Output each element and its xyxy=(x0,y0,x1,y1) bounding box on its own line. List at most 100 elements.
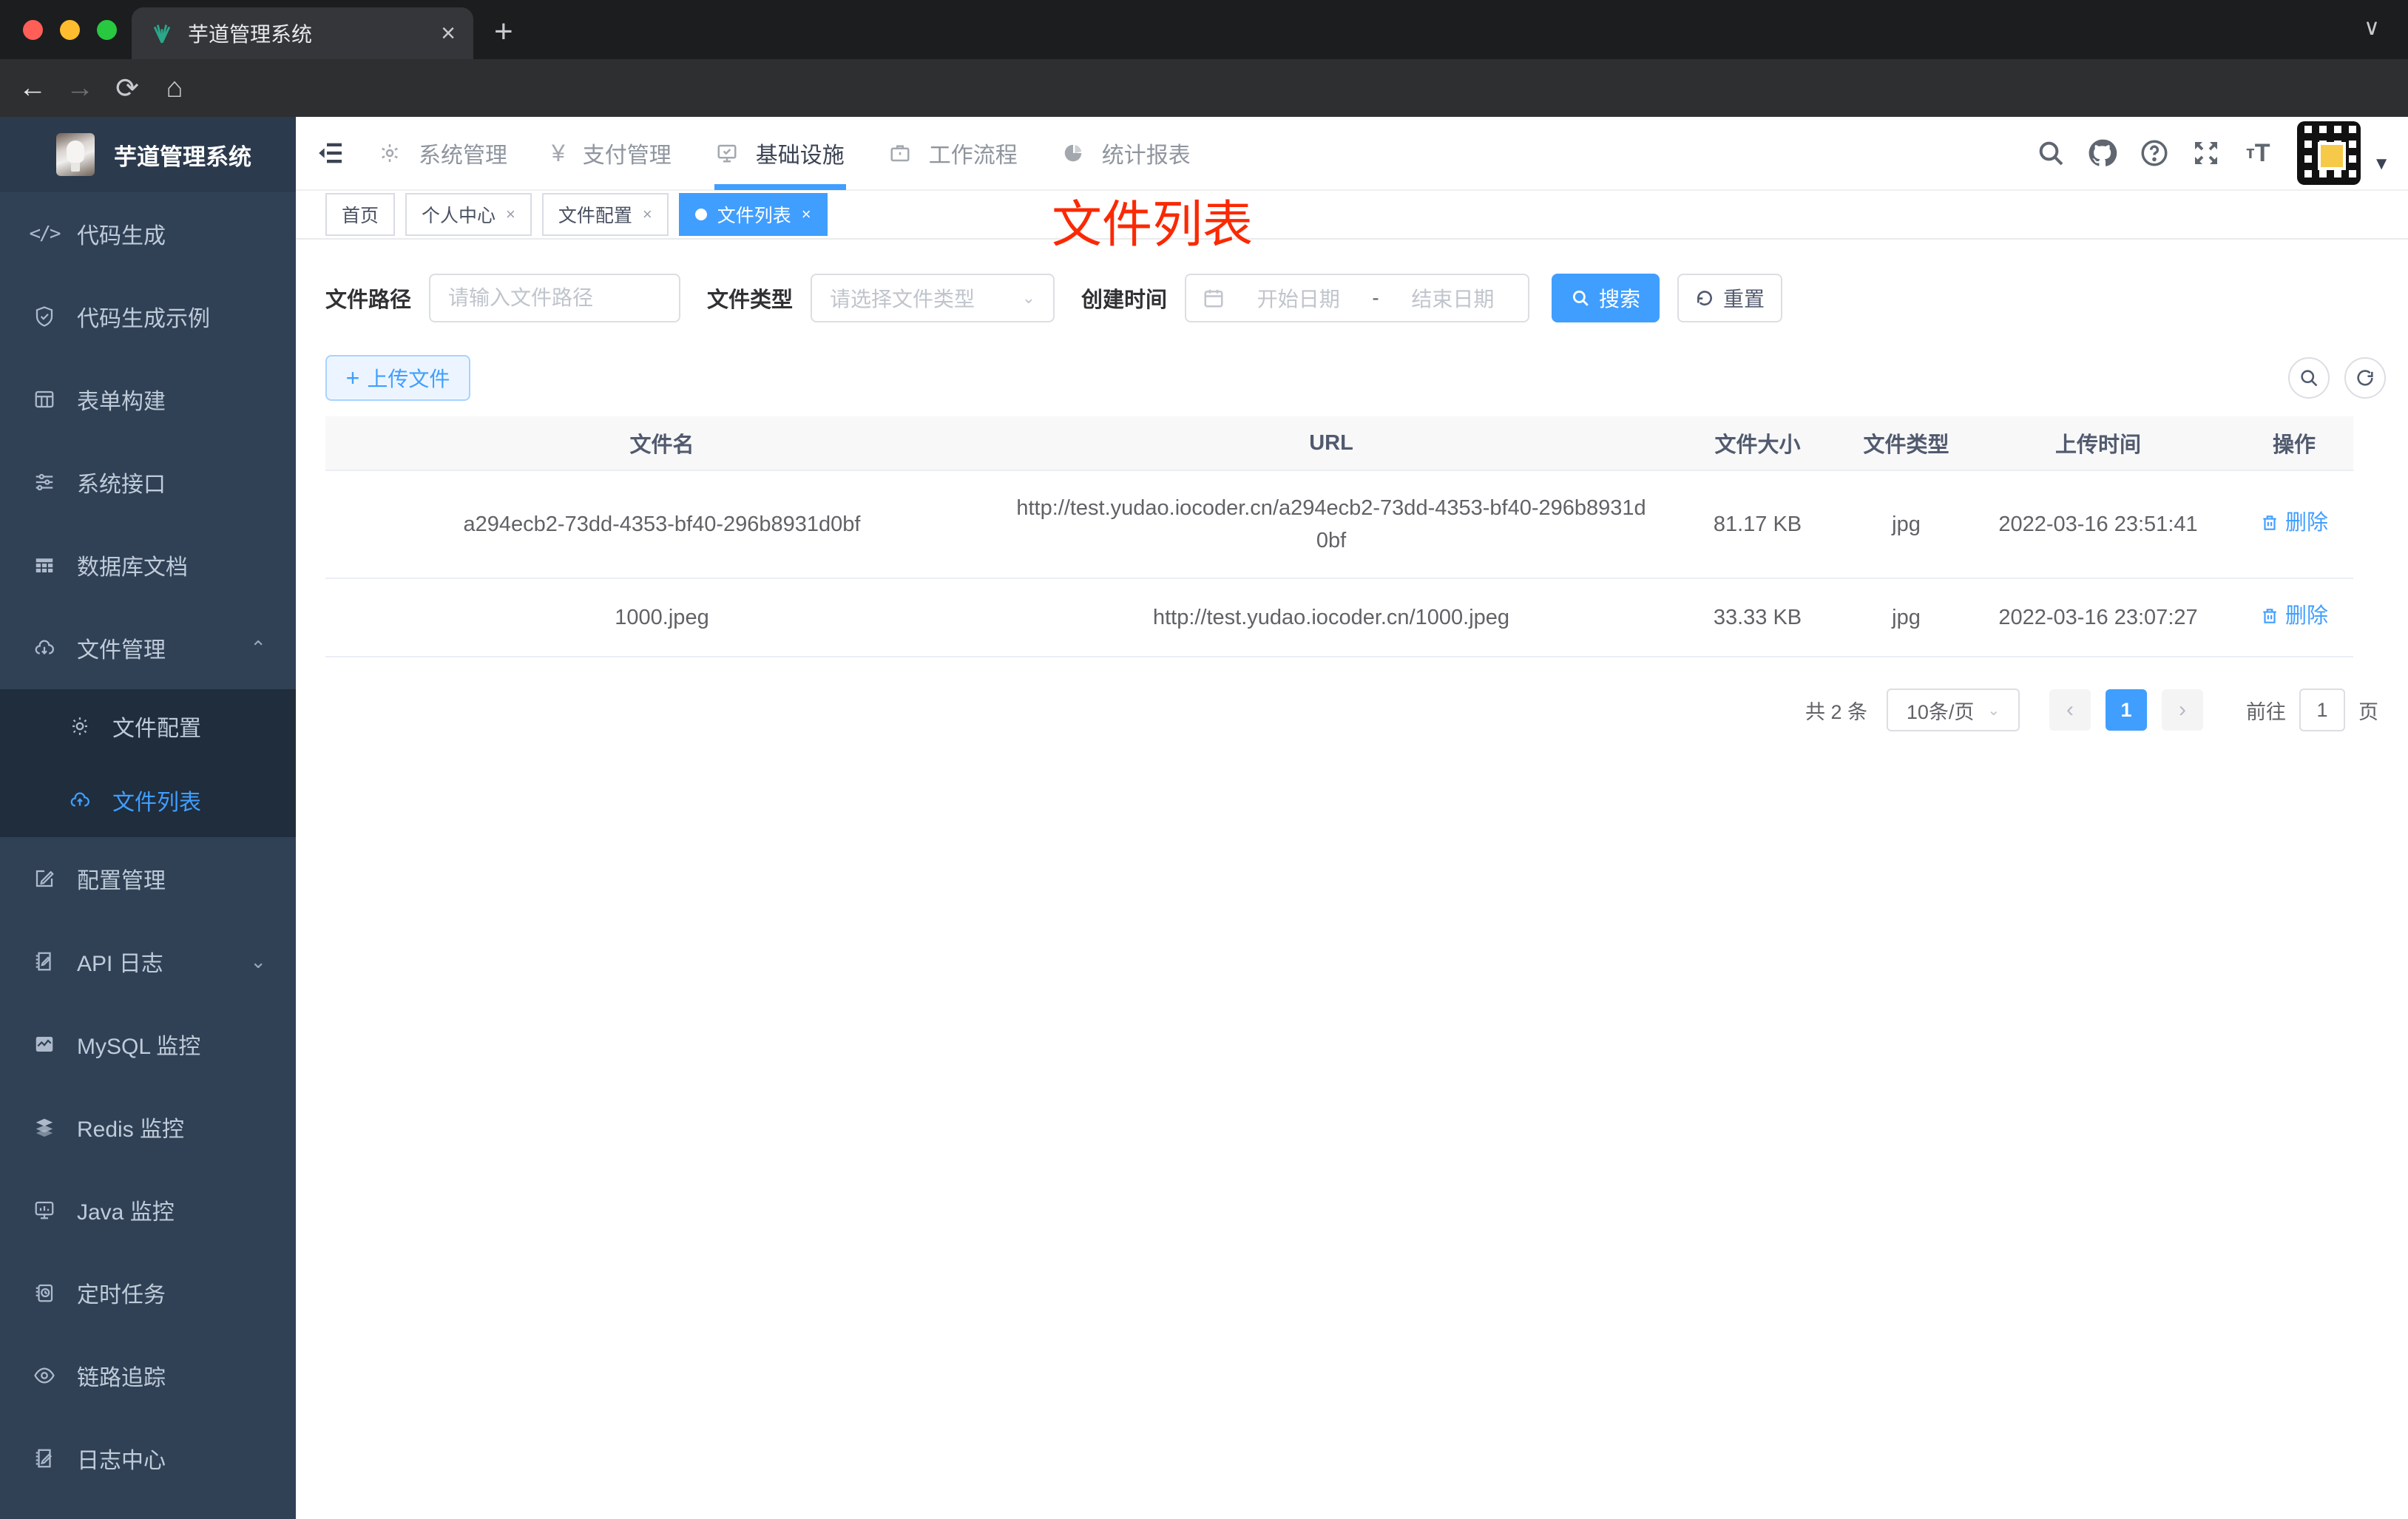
view-tab-file-config[interactable]: 文件配置 × xyxy=(541,193,669,236)
github-icon[interactable] xyxy=(2077,137,2128,169)
file-path-input-wrap xyxy=(429,274,681,322)
sidebar-item-java-monitor[interactable]: Java 监控 xyxy=(0,1168,296,1251)
view-tab-profile[interactable]: 个人中心 × xyxy=(405,193,532,236)
sidebar-item-log-center[interactable]: 日志中心 xyxy=(0,1417,296,1500)
calendar-icon xyxy=(1204,289,1223,308)
next-page-button[interactable]: › xyxy=(2162,689,2203,731)
select-caret-icon: ⌄ xyxy=(1987,702,2001,719)
view-tab-home[interactable]: 首页 xyxy=(325,193,396,236)
file-path-input[interactable] xyxy=(448,286,662,310)
delete-link[interactable]: 删除 xyxy=(2260,600,2328,632)
delete-link[interactable]: 删除 xyxy=(2260,507,2328,539)
view-tab-bar: 首页 个人中心 × 文件配置 × 文件列表 × xyxy=(296,191,2408,240)
sidebar-item-tracing[interactable]: 链路追踪 xyxy=(0,1334,296,1417)
sidebar-header[interactable]: 芋道管理系统 xyxy=(0,117,296,192)
header-search-icon[interactable] xyxy=(2025,138,2077,168)
col-upload-time: 上传时间 xyxy=(1961,416,2235,471)
view-tab-label: 首页 xyxy=(342,206,379,226)
file-type-select[interactable]: 请选择文件类型 ⌄ xyxy=(811,274,1055,322)
gear-icon xyxy=(65,715,95,737)
help-icon[interactable] xyxy=(2128,138,2180,169)
trash-icon xyxy=(2263,609,2276,623)
sidebar-item-db-doc[interactable]: 数据库文档 xyxy=(0,524,296,606)
topnav-label: 基础设施 xyxy=(755,143,845,168)
user-menu-caret-icon[interactable]: ▼ xyxy=(2373,154,2390,175)
forward-button[interactable]: → xyxy=(56,72,104,104)
minimize-window-button[interactable] xyxy=(60,20,80,40)
goto-page-input[interactable] xyxy=(2301,698,2344,722)
sidebar-item-system-api[interactable]: 系统接口 xyxy=(0,441,296,524)
gear-icon xyxy=(379,142,401,164)
user-avatar-qr[interactable] xyxy=(2297,121,2361,185)
cell-url: http://test.yudao.iocoder.cn/1000.jpeg xyxy=(998,578,1664,657)
date-range-picker[interactable]: 开始日期 - 结束日期 xyxy=(1185,274,1530,322)
page-size-select[interactable]: 10条/页 ⌄ xyxy=(1887,689,2020,731)
start-date-placeholder[interactable]: 开始日期 xyxy=(1239,283,1357,313)
toggle-search-button[interactable] xyxy=(2288,357,2330,399)
database-table-icon xyxy=(30,554,59,576)
home-button[interactable]: ⌂ xyxy=(151,72,198,104)
browser-tab[interactable]: 芋道管理系统 × xyxy=(132,7,473,59)
sidebar-item-label: API 日志 xyxy=(77,952,163,976)
topnav-reports[interactable]: 统计报表 xyxy=(1040,116,1213,190)
col-actions: 操作 xyxy=(2235,416,2353,471)
cell-file-name: a294ecb2-73dd-4353-bf40-296b8931d0bf xyxy=(325,470,998,579)
topnav-label: 支付管理 xyxy=(582,143,672,168)
sidebar-item-scheduled-tasks[interactable]: 定时任务 xyxy=(0,1251,296,1334)
view-tab-file-list[interactable]: 文件列表 × xyxy=(678,193,828,236)
topnav-payment[interactable]: ¥ 支付管理 xyxy=(530,116,694,190)
code-icon: </> xyxy=(29,223,61,245)
topnav-system[interactable]: 系统管理 xyxy=(356,116,530,190)
sidebar: 芋道管理系统 </> 代码生成 代码生成示例 表单构建 系统接口 数据库文档 文… xyxy=(0,117,296,1519)
yen-icon: ¥ xyxy=(552,139,565,166)
close-icon[interactable]: × xyxy=(643,205,652,224)
sidebar-item-redis-monitor[interactable]: Redis 监控 xyxy=(0,1086,296,1168)
sidebar-item-label: 文件配置 xyxy=(112,717,201,741)
topnav-workflow[interactable]: 工作流程 xyxy=(867,116,1040,190)
sidebar-item-file-config[interactable]: 文件配置 xyxy=(0,689,296,763)
close-icon[interactable]: × xyxy=(802,205,811,224)
maximize-window-button[interactable] xyxy=(97,20,117,40)
sidebar-item-code-generation[interactable]: </> 代码生成 xyxy=(0,192,296,275)
upload-button-label: 上传文件 xyxy=(367,368,450,390)
gauge-icon xyxy=(1062,142,1084,164)
reset-button-label: 重置 xyxy=(1723,288,1765,311)
end-date-placeholder[interactable]: 结束日期 xyxy=(1394,283,1512,313)
sidebar-item-config-management[interactable]: 配置管理 xyxy=(0,837,296,920)
upload-file-button[interactable]: + 上传文件 xyxy=(325,355,470,401)
sidebar-item-form-builder[interactable]: 表单构建 xyxy=(0,358,296,441)
page-size-value: 10条/页 xyxy=(1906,700,1975,723)
refresh-table-button[interactable] xyxy=(2344,357,2386,399)
form-table-icon xyxy=(30,388,59,410)
fullscreen-icon[interactable] xyxy=(2180,138,2232,168)
table-row: 1000.jpeg http://test.yudao.iocoder.cn/1… xyxy=(325,578,2353,657)
doc-edit-icon xyxy=(30,950,59,972)
sidebar-item-file-management[interactable]: 文件管理 ⌃ xyxy=(0,606,296,689)
back-button[interactable]: ← xyxy=(9,72,56,104)
annotation-text: 文件列表 xyxy=(1052,197,1254,253)
search-button[interactable]: 搜索 xyxy=(1552,274,1660,322)
topnav-infrastructure[interactable]: 基础设施 xyxy=(694,116,867,190)
sidebar-item-mysql-monitor[interactable]: MySQL 监控 xyxy=(0,1003,296,1086)
search-icon xyxy=(1572,290,1589,306)
current-page[interactable]: 1 xyxy=(2106,689,2147,731)
close-icon[interactable]: × xyxy=(506,205,515,224)
collapse-sidebar-icon[interactable] xyxy=(305,138,356,168)
font-size-icon[interactable]: тT xyxy=(2232,139,2284,168)
close-window-button[interactable] xyxy=(23,20,43,40)
tab-search-icon[interactable]: ∨ xyxy=(2364,15,2380,41)
sidebar-item-label: 文件列表 xyxy=(112,791,201,815)
reload-button[interactable]: ⟳ xyxy=(104,72,151,105)
cell-file-type: jpg xyxy=(1851,470,1961,579)
sidebar-item-label: MySQL 监控 xyxy=(77,1035,201,1059)
sidebar-item-api-log[interactable]: API 日志 ⌄ xyxy=(0,920,296,1003)
sidebar-item-file-list[interactable]: 文件列表 xyxy=(0,763,296,837)
new-tab-button[interactable]: + xyxy=(494,13,513,50)
prev-page-button[interactable]: ‹ xyxy=(2049,689,2091,731)
col-url: URL xyxy=(998,416,1664,471)
sidebar-item-code-example[interactable]: 代码生成示例 xyxy=(0,275,296,358)
reset-button[interactable]: 重置 xyxy=(1677,274,1783,322)
goto-input-wrap xyxy=(2299,689,2345,731)
brand-avatar xyxy=(56,133,95,176)
tab-close-icon[interactable]: × xyxy=(441,19,456,48)
